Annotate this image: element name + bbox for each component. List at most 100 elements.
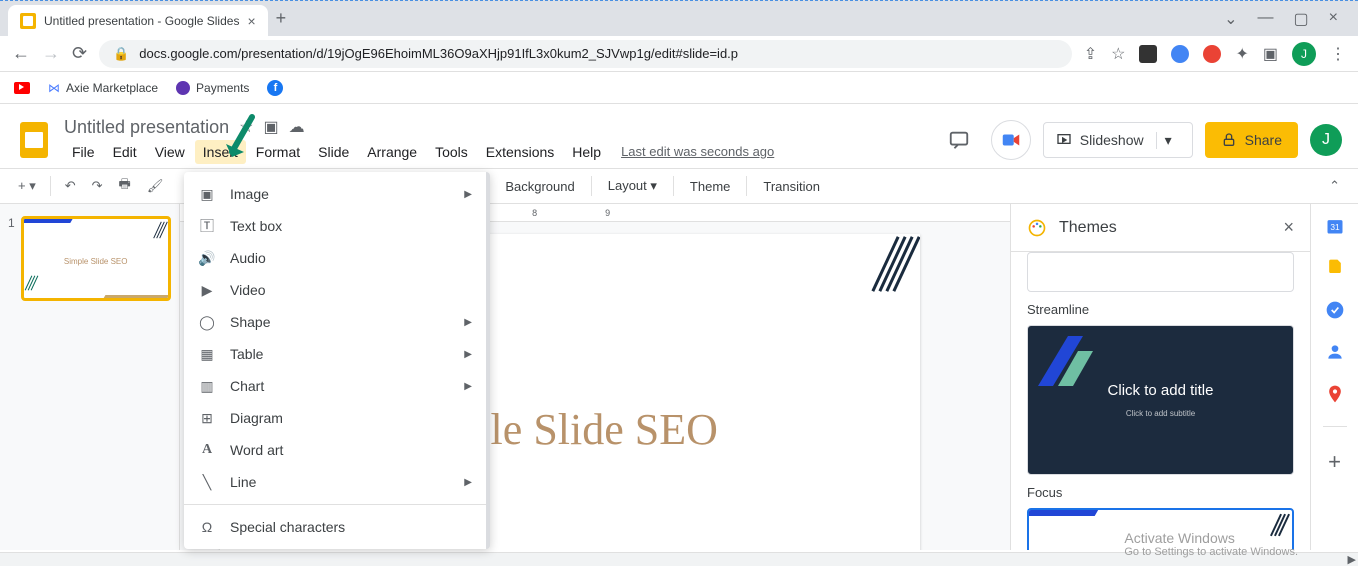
scroll-right-icon[interactable]: ▶ <box>1348 553 1356 566</box>
filmstrip: 1 Simple Slide SEO <box>0 204 180 550</box>
lock-icon: 🔒 <box>113 46 129 62</box>
toolbar-chevron-up-icon[interactable]: ⌃ <box>1323 174 1346 198</box>
insert-diagram[interactable]: ⊞Diagram <box>184 402 486 434</box>
chrome-profile-avatar[interactable]: J <box>1292 42 1316 66</box>
app-header: Untitled presentation ☆ ▣ ☁ File Edit Vi… <box>0 104 1358 168</box>
url-text: docs.google.com/presentation/d/19jOgE96E… <box>139 46 738 61</box>
layout-button[interactable]: Layout ▾ <box>600 174 665 198</box>
menu-file[interactable]: File <box>64 140 103 164</box>
star-icon[interactable]: ☆ <box>239 117 253 137</box>
menu-view[interactable]: View <box>147 140 193 164</box>
themes-panel-title: Themes <box>1059 219 1271 237</box>
chrome-menu-icon[interactable]: ⋮ <box>1330 44 1346 64</box>
right-sidebar: 31 + <box>1310 204 1358 550</box>
svg-text:31: 31 <box>1330 222 1340 232</box>
comments-button[interactable] <box>939 120 979 160</box>
close-tab-icon[interactable]: × <box>247 13 255 29</box>
theme-card-blank[interactable] <box>1027 252 1294 292</box>
share-button[interactable]: Share <box>1205 122 1298 158</box>
insert-chart[interactable]: ▥Chart▶ <box>184 370 486 402</box>
menubar: File Edit View Insert Format Slide Arran… <box>64 140 929 164</box>
chevron-down-icon[interactable]: ⌄ <box>1224 9 1237 29</box>
add-addon-icon[interactable]: + <box>1328 449 1341 475</box>
calendar-icon[interactable]: 31 <box>1325 216 1345 236</box>
browser-tab-strip: Untitled presentation - Google Slides × … <box>0 0 1358 36</box>
theme-card-streamline[interactable]: Click to add title Click to add subtitle <box>1027 325 1294 475</box>
back-button[interactable]: ← <box>12 43 30 64</box>
cloud-status-icon[interactable]: ☁ <box>289 117 305 137</box>
url-input[interactable]: 🔒 docs.google.com/presentation/d/19jOgE9… <box>99 40 1072 68</box>
address-bar: ← → ⟳ 🔒 docs.google.com/presentation/d/1… <box>0 36 1358 72</box>
insert-menu-dropdown: ▣Image▶ 🅃Text box 🔊Audio ▶Video ◯Shape▶ … <box>184 172 490 549</box>
meet-button[interactable] <box>991 120 1031 160</box>
slides-logo[interactable] <box>14 120 54 160</box>
bookmark-axie[interactable]: ⋈Axie Marketplace <box>48 81 158 95</box>
contacts-icon[interactable] <box>1325 342 1345 362</box>
close-window-icon[interactable]: × <box>1329 9 1338 29</box>
theme-button[interactable]: Theme <box>682 175 738 198</box>
menu-format[interactable]: Format <box>248 140 308 164</box>
maximize-icon[interactable]: ▢ <box>1294 9 1309 29</box>
undo-button[interactable]: ↶ <box>59 174 82 198</box>
extension-icon-1[interactable] <box>1139 45 1157 63</box>
menu-help[interactable]: Help <box>564 140 609 164</box>
slide-thumbnail-1[interactable]: 1 Simple Slide SEO <box>8 216 171 301</box>
window-controls: ⌄ — ▢ × <box>1224 9 1350 29</box>
new-slide-button[interactable]: + ▾ <box>12 174 42 198</box>
side-panel-icon[interactable]: ▣ <box>1263 44 1278 64</box>
reload-button[interactable]: ⟳ <box>72 43 87 64</box>
menu-extensions[interactable]: Extensions <box>478 140 562 164</box>
extension-icon-2[interactable] <box>1171 45 1189 63</box>
insert-table[interactable]: ▦Table▶ <box>184 338 486 370</box>
keep-icon[interactable] <box>1325 258 1345 278</box>
insert-audio[interactable]: 🔊Audio <box>184 242 486 274</box>
theme-name-focus: Focus <box>1027 485 1294 500</box>
insert-image[interactable]: ▣Image▶ <box>184 178 486 210</box>
tab-title: Untitled presentation - Google Slides <box>44 14 239 28</box>
menu-tools[interactable]: Tools <box>427 140 476 164</box>
minimize-icon[interactable]: — <box>1258 9 1274 29</box>
user-avatar[interactable]: J <box>1310 124 1342 156</box>
close-themes-icon[interactable]: × <box>1283 217 1294 238</box>
insert-special-characters[interactable]: ΩSpecial characters <box>184 511 486 543</box>
extension-icons: ⇪ ☆ ✦ ▣ J ⋮ <box>1084 42 1346 66</box>
insert-line[interactable]: ╲Line▶ <box>184 466 486 498</box>
slideshow-button[interactable]: Slideshow ▾ <box>1043 122 1193 158</box>
browser-tab[interactable]: Untitled presentation - Google Slides × <box>8 5 268 37</box>
move-icon[interactable]: ▣ <box>263 117 278 137</box>
insert-video[interactable]: ▶Video <box>184 274 486 306</box>
bookmark-star-icon[interactable]: ☆ <box>1111 44 1125 64</box>
slide-number: 1 <box>8 216 15 301</box>
insert-textbox[interactable]: 🅃Text box <box>184 210 486 242</box>
bookmarks-bar: ⋈Axie Marketplace Payments f <box>0 72 1358 104</box>
insert-shape[interactable]: ◯Shape▶ <box>184 306 486 338</box>
themes-panel: Themes × Streamline Click to add title C… <box>1010 204 1310 550</box>
new-tab-button[interactable]: + <box>276 8 287 29</box>
background-button[interactable]: Background <box>497 175 582 198</box>
print-button[interactable]: 🖶 <box>113 171 137 201</box>
slideshow-dropdown-icon[interactable]: ▾ <box>1156 132 1180 149</box>
windows-activation-watermark: Activate Windows Go to Settings to activ… <box>1124 530 1298 558</box>
theme-name-streamline: Streamline <box>1027 302 1294 317</box>
maps-icon[interactable] <box>1325 384 1345 404</box>
tasks-icon[interactable] <box>1325 300 1345 320</box>
menu-insert[interactable]: Insert <box>195 140 246 164</box>
extensions-puzzle-icon[interactable]: ✦ <box>1235 44 1248 64</box>
document-title[interactable]: Untitled presentation <box>64 117 229 138</box>
menu-slide[interactable]: Slide <box>310 140 357 164</box>
paint-format-button[interactable]: 🖌 <box>141 174 170 198</box>
palette-icon <box>1027 218 1047 238</box>
share-page-icon[interactable]: ⇪ <box>1084 44 1097 64</box>
transition-button[interactable]: Transition <box>755 175 828 198</box>
bookmark-payments[interactable]: Payments <box>176 81 249 95</box>
slides-favicon <box>20 13 36 29</box>
bookmark-youtube[interactable] <box>14 82 30 94</box>
bookmark-facebook[interactable]: f <box>267 80 283 96</box>
last-edit-link[interactable]: Last edit was seconds ago <box>621 144 774 159</box>
insert-wordart[interactable]: AWord art <box>184 434 486 466</box>
forward-button[interactable]: → <box>42 43 60 64</box>
menu-arrange[interactable]: Arrange <box>359 140 425 164</box>
extension-icon-3[interactable] <box>1203 45 1221 63</box>
redo-button[interactable]: ↷ <box>86 174 109 198</box>
menu-edit[interactable]: Edit <box>105 140 145 164</box>
